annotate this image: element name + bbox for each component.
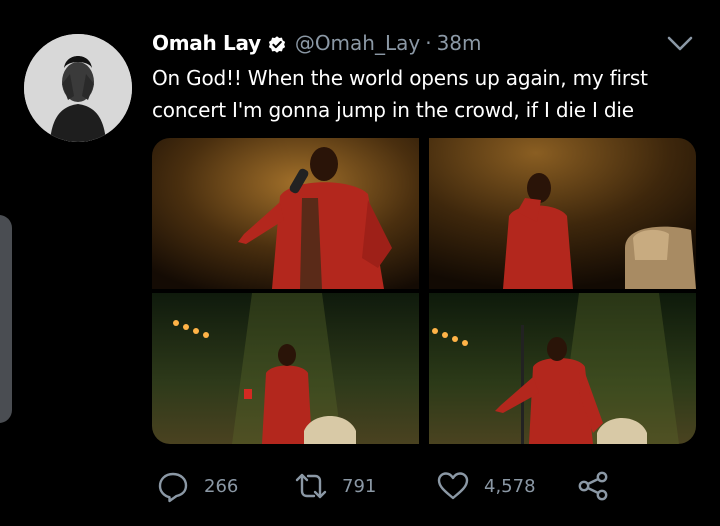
reply-button[interactable]: 266 — [156, 464, 238, 508]
photo-4[interactable] — [429, 293, 696, 444]
like-button[interactable]: 4,578 — [436, 464, 536, 508]
tweet-text: On God!! When the world opens up again, … — [152, 62, 692, 126]
retweet-button[interactable]: 791 — [294, 464, 376, 508]
performer-with-cup-stage-photo — [152, 293, 419, 444]
photo-1[interactable] — [152, 138, 419, 289]
display-name[interactable]: Omah Lay — [152, 28, 261, 58]
reply-count: 266 — [204, 475, 239, 497]
chevron-down-icon[interactable] — [664, 30, 696, 56]
user-handle[interactable]: @Omah_Lay — [295, 28, 420, 58]
tweet-text-line: concert I'm gonna jump in the crowd, if … — [152, 98, 634, 122]
tweet-timestamp[interactable]: 38m — [437, 28, 482, 58]
retweet-count: 791 — [342, 475, 377, 497]
photo-3[interactable] — [152, 293, 419, 444]
verified-badge-icon — [267, 33, 287, 53]
avatar[interactable] — [24, 34, 132, 142]
tweet-text-line: On God!! When the world opens up again, … — [152, 66, 648, 90]
photo-2[interactable] — [429, 138, 696, 289]
side-panel-handle[interactable] — [0, 215, 12, 423]
tweet-actions: 266 791 4,578 — [152, 464, 672, 508]
avatar-image — [24, 34, 132, 142]
share-button[interactable] — [576, 464, 610, 508]
reply-icon — [158, 472, 188, 503]
heart-icon — [437, 472, 469, 500]
performer-reaching-stage-photo — [429, 293, 696, 444]
like-count: 4,578 — [484, 475, 536, 497]
retweet-icon — [295, 473, 327, 499]
separator-dot: · — [425, 31, 432, 55]
tweet-header: Omah Lay @Omah_Lay · 38m — [152, 28, 482, 58]
performer-at-mic-photo — [152, 138, 419, 289]
performer-singing-photo — [429, 138, 696, 289]
share-icon — [578, 471, 608, 501]
media-grid — [152, 138, 696, 444]
